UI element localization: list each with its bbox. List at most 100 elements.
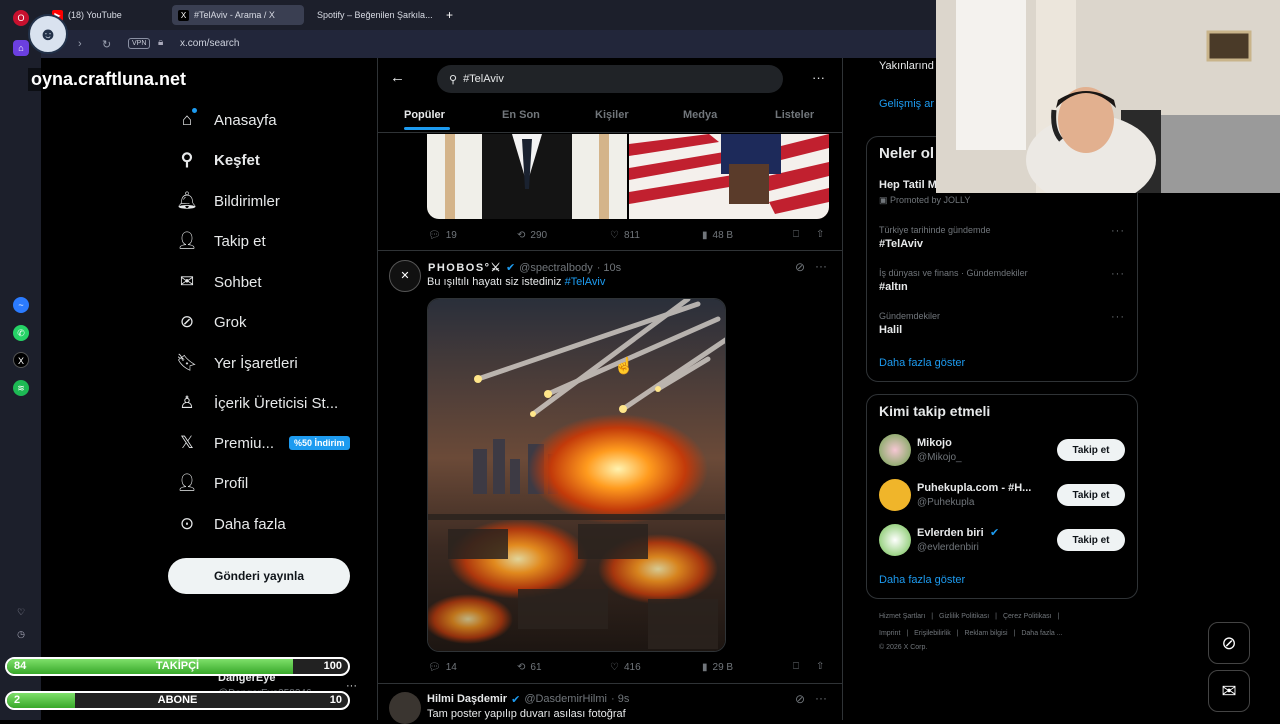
suggestion-name[interactable]: Mikojo (917, 437, 952, 449)
avatar[interactable] (389, 692, 421, 724)
avatar[interactable] (879, 479, 911, 511)
reply-button[interactable]: 💬︎ 19 (428, 230, 457, 241)
account-menu-icon[interactable]: ··· (346, 680, 357, 692)
search-more-icon[interactable]: ··· (812, 70, 825, 85)
author-handle[interactable]: @spectralbody (519, 262, 593, 274)
footer-link[interactable]: Erişilebilirlik (914, 630, 951, 637)
tab-x-search[interactable]: X #TelAviv - Arama / X (172, 5, 304, 25)
views-button[interactable]: ▮ 29 B (702, 662, 733, 673)
footer-link[interactable]: Daha fazla ... (1021, 630, 1062, 637)
forward-icon[interactable]: › (78, 38, 82, 50)
new-tab-button[interactable]: + (440, 5, 459, 25)
promoted-by: ▣ Promoted by JOLLY (879, 195, 971, 205)
nav-explore[interactable]: ⚲ Keşfet (176, 145, 260, 175)
author-name[interactable]: PHOBOS°⚔ (428, 261, 502, 274)
trend-more-icon[interactable]: ··· (1111, 311, 1125, 323)
tweet-image-flag[interactable] (629, 134, 829, 219)
nav-label: Grok (214, 313, 247, 331)
back-arrow-icon[interactable]: ← (390, 69, 405, 86)
trend-more-icon[interactable]: ··· (1111, 268, 1125, 280)
footer-link[interactable]: Reklam bilgisi (964, 630, 1007, 637)
grok-icon[interactable]: ⊘ (795, 692, 805, 706)
avatar[interactable] (879, 524, 911, 556)
trend-topic[interactable]: #altın (879, 281, 908, 293)
heart-icon[interactable]: ♡ (13, 604, 29, 620)
premium-discount-badge[interactable]: %50 İndirim (289, 436, 350, 450)
nav-profile[interactable]: 👤︎ Profil (176, 468, 248, 498)
tweet-header: Hilmi Daşdemir ✔ @DasdemirHilmi · 9s (427, 693, 629, 706)
share-icon[interactable]: ⇧ (816, 229, 824, 240)
tab-spotify[interactable]: Spotify – Beğenilen Şarkıla... (306, 5, 434, 25)
repost-button[interactable]: ⟲ 290 (517, 230, 547, 241)
spotify-icon[interactable]: ≋ (13, 380, 29, 396)
like-button[interactable]: ♡ 416 (610, 662, 641, 673)
messenger-icon[interactable]: ~ (13, 297, 29, 313)
author-name[interactable]: Hilmi Daşdemir (427, 693, 507, 706)
tweet-image-suit[interactable] (427, 134, 627, 219)
suggestion-name[interactable]: Evlerden biri (917, 527, 984, 539)
heart-icon: ♡ (610, 230, 619, 241)
grok-float-button[interactable]: ⊘ (1208, 622, 1250, 664)
more-circle-icon: ⊙ (179, 514, 195, 533)
trend-topic[interactable]: #TelAviv (879, 238, 923, 250)
repost-button[interactable]: ⟲ 61 (517, 662, 542, 673)
tab-media[interactable]: Medya (683, 109, 717, 121)
history-icon[interactable]: ◷ (13, 626, 29, 642)
trends-title: Neler ol (879, 145, 935, 162)
follow-button[interactable]: Takip et (1057, 439, 1125, 461)
like-button[interactable]: ♡ 811 (610, 230, 640, 241)
tab-latest[interactable]: En Son (502, 109, 540, 121)
tweet-more-icon[interactable]: ··· (815, 691, 827, 705)
nav-notifications[interactable]: 🔔︎ Bildirimler (176, 186, 280, 216)
show-more-suggestions-link[interactable]: Daha fazla göster (879, 574, 965, 586)
bookmark-icon[interactable]: ⎕ (793, 661, 799, 672)
bookmark-icon[interactable]: ⎕ (793, 229, 799, 240)
home-icon[interactable]: ⌂ (13, 40, 29, 56)
url-field[interactable]: x.com/search (180, 38, 239, 49)
show-more-trends-link[interactable]: Daha fazla göster (879, 357, 965, 369)
advanced-search-link[interactable]: Gelişmiş ar (879, 98, 934, 110)
reload-icon[interactable]: ↻ (102, 38, 111, 51)
tweet-more-icon[interactable]: ··· (815, 259, 827, 273)
author-handle[interactable]: @DasdemirHilmi (524, 693, 607, 706)
footer-link[interactable]: Gizlilik Politikası (939, 613, 989, 620)
tab-people[interactable]: Kişiler (595, 109, 629, 121)
hashtag-link[interactable]: #TelAviv (565, 276, 606, 288)
trend-topic[interactable]: Halil (879, 324, 902, 336)
opera-logo-icon[interactable]: O (13, 10, 29, 26)
footer-link[interactable]: Çerez Politikası (1003, 613, 1052, 620)
reply-button[interactable]: 💬︎ 14 (428, 662, 457, 673)
nav-bookmarks[interactable]: 🔖︎ Yer İşaretleri (176, 348, 297, 378)
trend-more-icon[interactable]: ··· (1111, 225, 1125, 237)
messages-float-button[interactable]: ✉ (1208, 670, 1250, 712)
nav-premium[interactable]: 𝕏 Premiu... (176, 428, 274, 458)
nav-creator-studio[interactable]: ♙ İçerik Üreticisi St... (176, 388, 338, 418)
search-input[interactable]: ⚲ #TelAviv (437, 65, 783, 93)
follow-button[interactable]: Takip et (1057, 484, 1125, 506)
avatar[interactable] (879, 434, 911, 466)
streamer-avatar: ☻ (28, 14, 68, 54)
views-button[interactable]: ▮ 48 B (702, 230, 733, 241)
nav-follow[interactable]: 👤︎ Takip et (176, 226, 266, 256)
avatar[interactable]: ✕ (389, 260, 421, 292)
footer-link[interactable]: Imprint (879, 630, 900, 637)
share-icon[interactable]: ⇧ (816, 661, 824, 672)
x-logo-icon[interactable]: X (13, 352, 29, 368)
nav-chat[interactable]: ✉ Sohbet (176, 267, 262, 297)
grok-icon[interactable]: ⊘ (795, 260, 805, 274)
followers-goal-bar: 84 TAKİPÇİ 100 (5, 657, 350, 676)
footer-link[interactable]: Hizmet Şartları (879, 613, 925, 620)
follow-button[interactable]: Takip et (1057, 529, 1125, 551)
nav-more[interactable]: ⊙ Daha fazla (176, 509, 286, 539)
suggestion-name[interactable]: Puhekupla.com - #H... (917, 482, 1031, 494)
post-button[interactable]: Gönderi yayınla (168, 558, 350, 594)
heart-icon: ♡ (610, 662, 619, 673)
nav-grok[interactable]: ⊘ Grok (176, 307, 247, 337)
vpn-badge[interactable]: VPN (128, 38, 151, 49)
tab-lists[interactable]: Listeler (775, 109, 814, 121)
promoted-trend[interactable]: Hep Tatil M (879, 179, 937, 191)
tweet-time: · 9s (610, 693, 630, 705)
tweet-image-burning-city[interactable] (427, 298, 726, 652)
tab-popular[interactable]: Popüler (404, 109, 445, 121)
whatsapp-icon[interactable]: ✆ (13, 325, 29, 341)
